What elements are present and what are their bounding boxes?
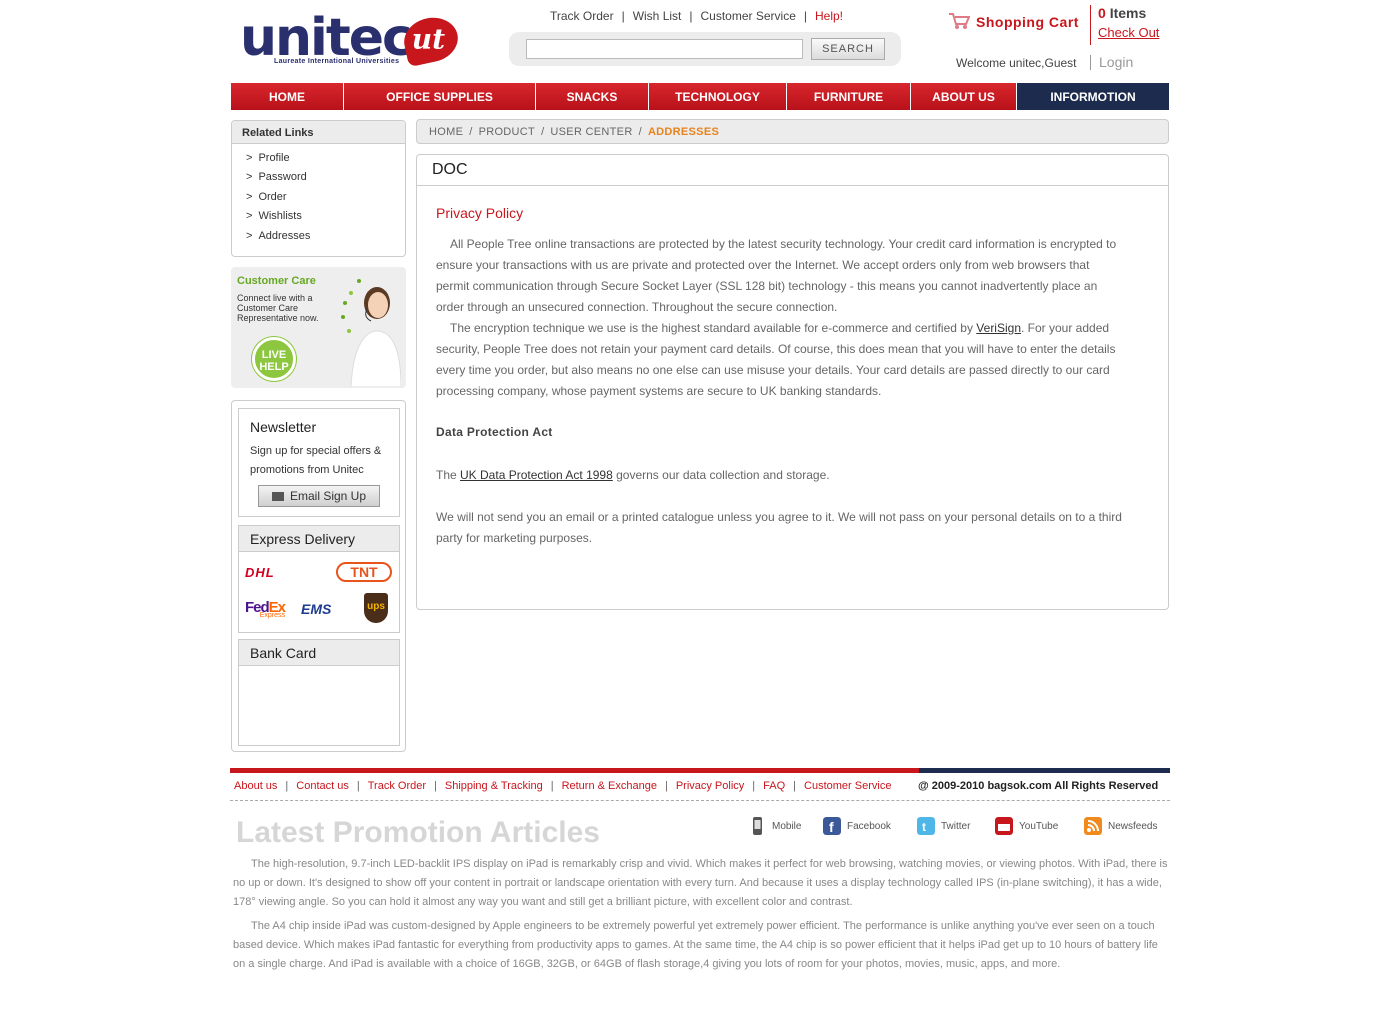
promo-title: Latest Promotion Articles — [236, 816, 600, 849]
marketing-paragraph: We will not send you an email or a print… — [436, 510, 1122, 545]
footer-divider — [230, 800, 1170, 801]
related-links-title: Related Links — [232, 121, 405, 144]
nav-informotion[interactable]: INFORMOTION — [1017, 83, 1169, 110]
data-protection-paragraph: The UK Data Protection Act 1998 governs … — [436, 468, 830, 482]
tnt-logo: TNT — [336, 562, 392, 582]
social-twitter[interactable]: t Twitter — [917, 817, 970, 835]
data-protection-title: Data Protection Act — [436, 425, 553, 439]
checkout-link[interactable]: Check Out — [1098, 25, 1159, 40]
breadcrumb-home[interactable]: HOME — [429, 126, 463, 138]
customer-care-title: Customer Care — [237, 275, 316, 287]
related-link-wishlists[interactable]: > Wishlists — [246, 210, 391, 229]
support-agent-image — [341, 279, 401, 387]
newsletter-title: Newsletter — [250, 419, 317, 435]
breadcrumb-product[interactable]: PRODUCT — [479, 126, 536, 138]
newsletter-text: Sign up for special offers & promotions … — [250, 445, 382, 476]
nav-snacks[interactable]: SNACKS — [536, 83, 649, 110]
customer-service-link[interactable]: Customer Service — [701, 9, 796, 23]
customer-care-banner[interactable]: Customer Care Connect live with a Custom… — [231, 267, 406, 388]
social-mobile[interactable]: Mobile — [748, 817, 801, 835]
footer-contact-link[interactable]: Contact us — [296, 780, 349, 792]
rss-icon — [1084, 817, 1102, 835]
bank-card-box: Bank Card — [238, 639, 400, 746]
svg-text:t: t — [922, 820, 926, 834]
email-signup-button[interactable]: Email Sign Up — [258, 485, 380, 507]
customer-care-text: Connect live with a Customer Care Repres… — [237, 293, 319, 323]
related-link-profile[interactable]: > Profile — [246, 152, 391, 171]
privacy-policy-title: Privacy Policy — [436, 205, 524, 221]
top-links: Track Order | Wish List | Customer Servi… — [550, 9, 844, 23]
footer-links: About us | Contact us | Track Order | Shipp… — [234, 780, 892, 792]
promo-paragraph-2: The A4 chip inside iPad was custom-desig… — [233, 920, 1158, 970]
privacy-paragraph-2: The encryption technique we use is the h… — [436, 321, 1116, 398]
footer-faq-link[interactable]: FAQ — [763, 780, 785, 792]
data-protection-act-link[interactable]: UK Data Protection Act 1998 — [460, 468, 613, 482]
ups-logo: ups — [364, 593, 388, 623]
ems-logo: EMS — [301, 601, 332, 617]
main-nav: HOME OFFICE SUPPLIES SNACKS TECHNOLOGY F… — [231, 83, 1169, 110]
footer-bar — [230, 768, 1170, 773]
search-bar: SEARCH — [509, 32, 901, 66]
nav-home[interactable]: HOME — [231, 83, 344, 110]
nav-technology[interactable]: TECHNOLOGY — [649, 83, 787, 110]
social-facebook[interactable]: f Facebook — [823, 817, 891, 835]
track-order-link[interactable]: Track Order — [550, 9, 614, 23]
breadcrumb: HOME / PRODUCT / USER CENTER / ADDRESSES — [416, 119, 1169, 144]
nav-office-supplies[interactable]: OFFICE SUPPLIES — [344, 83, 536, 110]
welcome-text: Welcome unitec,Guest — [956, 56, 1077, 70]
express-delivery-box: Express Delivery DHL TNT FedEx Express EM… — [238, 525, 400, 633]
cart-count: 0 Items — [1098, 5, 1147, 21]
fedex-logo: FedEx Express — [245, 599, 286, 619]
mail-icon — [271, 491, 284, 501]
related-links-box: Related Links > Profile > Password > Order … — [231, 120, 406, 257]
privacy-paragraph-1: All People Tree online transactions are … — [436, 237, 1117, 314]
login-divider — [1090, 55, 1091, 70]
twitter-icon: t — [917, 817, 935, 835]
doc-title: DOC — [417, 155, 1168, 186]
dhl-logo: DHL — [245, 564, 275, 580]
bank-card-title: Bank Card — [239, 640, 399, 666]
social-newsfeeds[interactable]: Newsfeeds — [1084, 817, 1157, 835]
live-help-button[interactable]: LIVE HELP — [252, 337, 296, 381]
footer-return-link[interactable]: Return & Exchange — [562, 780, 657, 792]
copyright: @ 2009-2010 bagsok.com All Rights Reserv… — [918, 780, 1159, 792]
shopping-cart-link[interactable]: Shopping Cart — [976, 14, 1079, 30]
verisign-link[interactable]: VeriSign — [976, 321, 1021, 335]
footer-track-order-link[interactable]: Track Order — [368, 780, 426, 792]
cart-icon[interactable] — [948, 12, 970, 30]
social-youtube[interactable]: YouTube — [995, 817, 1058, 835]
search-button[interactable]: SEARCH — [811, 38, 885, 60]
footer-about-link[interactable]: About us — [234, 780, 277, 792]
breadcrumb-user-center[interactable]: USER CENTER — [550, 126, 632, 138]
related-link-password[interactable]: > Password — [246, 171, 391, 190]
footer-customer-service-link[interactable]: Customer Service — [804, 780, 891, 792]
related-link-addresses[interactable]: > Addresses — [246, 230, 391, 249]
footer-shipping-link[interactable]: Shipping & Tracking — [445, 780, 543, 792]
related-link-order[interactable]: > Order — [246, 191, 391, 210]
doc-panel: DOC Privacy Policy All People Tree onlin… — [416, 154, 1169, 610]
cart-divider — [1090, 5, 1091, 45]
svg-text:f: f — [829, 819, 834, 835]
mobile-icon — [753, 817, 762, 835]
facebook-icon: f — [823, 817, 841, 835]
breadcrumb-current: ADDRESSES — [647, 125, 720, 138]
help-link[interactable]: Help! — [815, 9, 843, 23]
nav-furniture[interactable]: FURNITURE — [787, 83, 911, 110]
youtube-icon — [995, 817, 1013, 835]
nav-about-us[interactable]: ABOUT US — [911, 83, 1017, 110]
newsletter-box: Newsletter Sign up for special offers & … — [238, 408, 400, 517]
login-link[interactable]: Login — [1099, 54, 1133, 70]
logo-tagline: Laureate International Universities — [274, 58, 400, 65]
promo-paragraph-1: The high-resolution, 9.7-inch LED-backli… — [233, 858, 1168, 908]
wish-list-link[interactable]: Wish List — [633, 9, 682, 23]
express-delivery-title: Express Delivery — [239, 526, 399, 552]
footer-privacy-link[interactable]: Privacy Policy — [676, 780, 744, 792]
sidebar-widgets: Newsletter Sign up for special offers & … — [231, 400, 406, 752]
search-input[interactable] — [526, 39, 803, 59]
site-logo[interactable]: unitec ut Laureate International Univers… — [240, 10, 462, 70]
